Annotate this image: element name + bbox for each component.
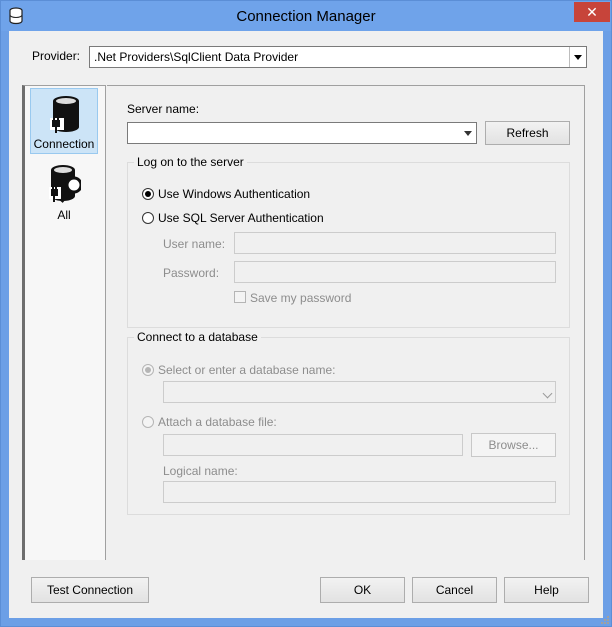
cancel-button[interactable]: Cancel [412, 577, 497, 603]
browse-button[interactable]: Browse... [471, 433, 556, 457]
server-name-combobox[interactable] [127, 122, 477, 144]
title-bar[interactable]: Connection Manager ✕ [1, 1, 611, 31]
password-label: Password: [163, 266, 220, 280]
resize-grip-icon[interactable] [599, 614, 609, 624]
provider-label: Provider: [32, 49, 81, 63]
nav-item-connection-label: Connection [33, 137, 95, 151]
logical-name-label: Logical name: [163, 464, 238, 478]
windows-auth-label[interactable]: Use Windows Authentication [158, 187, 310, 201]
attach-database-label[interactable]: Attach a database file: [158, 415, 277, 429]
close-button[interactable]: ✕ [574, 2, 610, 22]
provider-value: .Net Providers\SqlClient Data Provider [94, 50, 299, 64]
logical-name-input[interactable] [163, 481, 556, 503]
save-password-checkbox[interactable] [234, 291, 246, 303]
sql-auth-radio[interactable] [142, 212, 154, 224]
window-title: Connection Manager [236, 8, 376, 25]
database-wrench-icon [49, 165, 81, 203]
sql-auth-label[interactable]: Use SQL Server Authentication [158, 211, 324, 225]
page-navigation: Connection All [22, 85, 106, 560]
logon-group-title: Log on to the server [134, 155, 247, 169]
database-group: Connect to a database Select or enter a … [127, 330, 570, 515]
chevron-down-icon [542, 388, 553, 399]
connection-page: Server name: Refresh Log on to the serve… [107, 85, 585, 560]
select-database-radio[interactable] [142, 364, 154, 376]
user-name-label: User name: [163, 237, 226, 251]
nav-item-all[interactable]: All [30, 158, 98, 224]
database-name-combobox[interactable] [163, 381, 556, 403]
select-database-label[interactable]: Select or enter a database name: [158, 363, 335, 377]
logon-group: Log on to the server Use Windows Authent… [127, 155, 570, 328]
user-name-input[interactable] [234, 232, 556, 254]
database-group-title: Connect to a database [134, 330, 261, 344]
provider-dropdown[interactable]: .Net Providers\SqlClient Data Provider [89, 46, 587, 68]
help-button[interactable]: Help [504, 577, 589, 603]
refresh-button[interactable]: Refresh [485, 121, 570, 145]
database-file-input[interactable] [163, 434, 463, 456]
test-connection-button[interactable]: Test Connection [31, 577, 149, 603]
database-plug-icon [50, 96, 79, 133]
chevron-down-icon[interactable] [459, 123, 476, 143]
ok-button[interactable]: OK [320, 577, 405, 603]
windows-auth-radio[interactable] [142, 188, 154, 200]
save-password-label[interactable]: Save my password [250, 291, 351, 305]
nav-item-all-label: All [57, 208, 71, 222]
nav-item-connection[interactable]: Connection [30, 88, 98, 154]
password-input[interactable] [234, 261, 556, 283]
connection-manager-window: Connection Manager ✕ Provider: .Net Prov… [0, 0, 612, 627]
chevron-down-icon[interactable] [569, 47, 586, 67]
server-name-label: Server name: [127, 102, 200, 116]
attach-database-radio[interactable] [142, 416, 154, 428]
